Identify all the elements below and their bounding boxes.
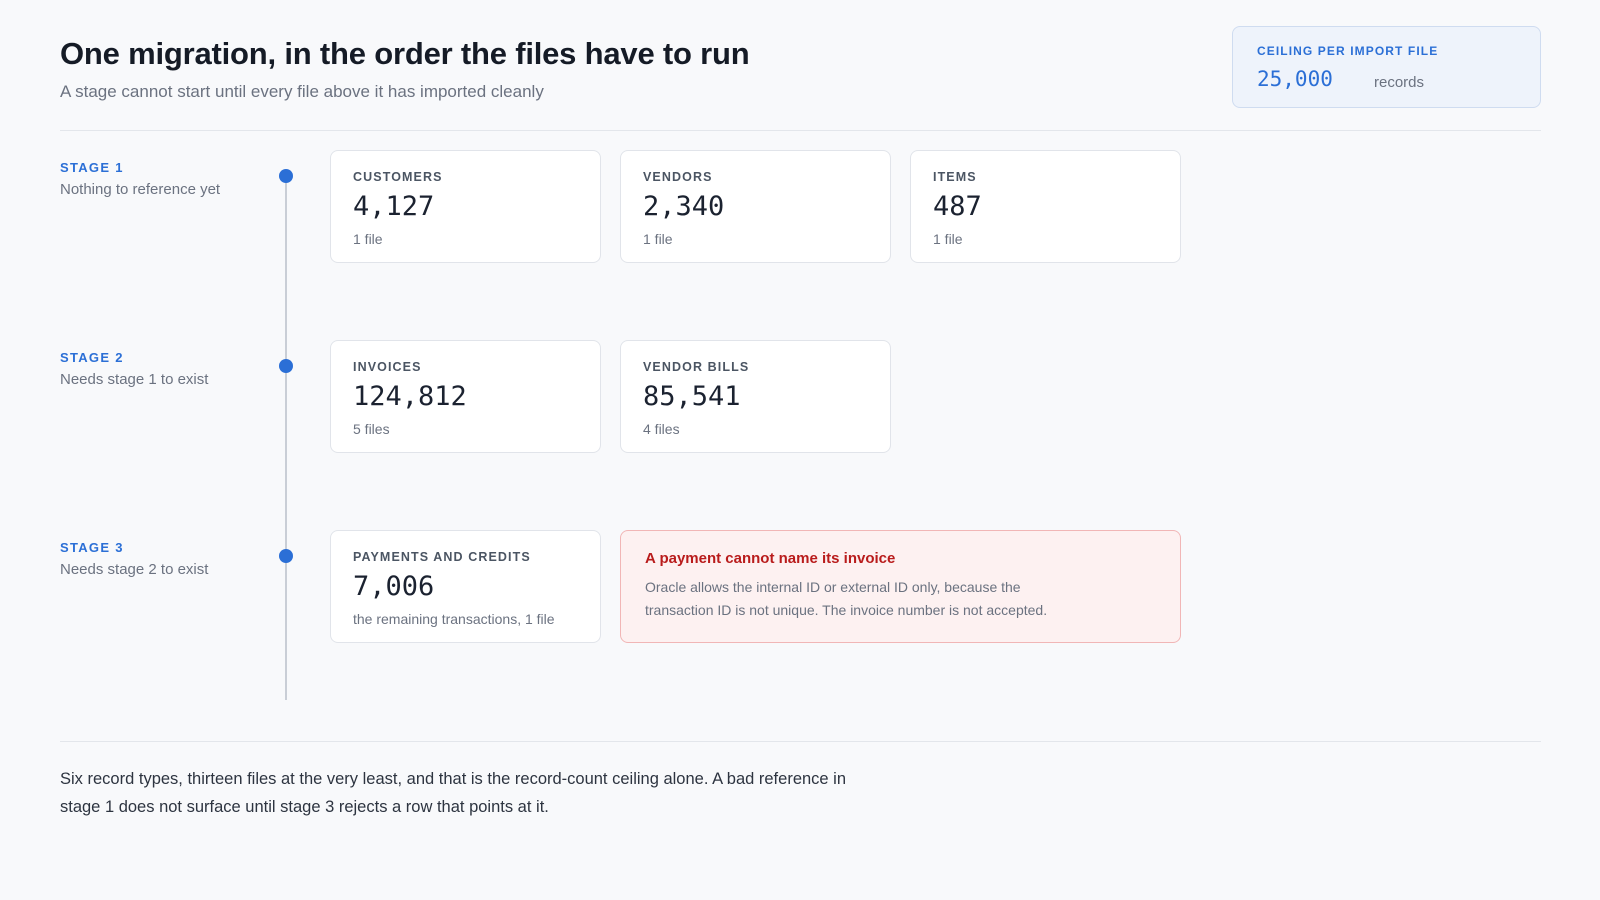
warning-body: Oracle allows the internal ID or externa… (645, 579, 1048, 618)
header-divider (60, 130, 1541, 131)
ceiling-unit: records (1374, 74, 1425, 91)
card-customers: CUSTOMERS 4,127 1 file (330, 150, 601, 263)
card-name: VENDORS (643, 170, 713, 184)
card-file-count: 1 file (353, 231, 383, 247)
card-file-count: 4 files (643, 421, 680, 437)
stage-1-dot (279, 169, 293, 183)
ceiling-label: CEILING PER IMPORT FILE (1257, 44, 1439, 58)
ceiling-value: 25,000 (1257, 67, 1333, 91)
card-record-count: 7,006 (353, 571, 435, 602)
ceiling-panel: CEILING PER IMPORT FILE 25,000 records (1232, 26, 1541, 108)
stage-2-dot (279, 359, 293, 373)
card-vendors: VENDORS 2,340 1 file (620, 150, 891, 263)
card-items: ITEMS 487 1 file (910, 150, 1181, 263)
card-record-count: 4,127 (353, 191, 435, 222)
timeline-line (285, 176, 287, 700)
card-record-count: 2,340 (643, 191, 725, 222)
card-name: PAYMENTS AND CREDITS (353, 550, 531, 564)
card-record-count: 85,541 (643, 381, 741, 412)
page-title: One migration, in the order the files ha… (60, 36, 750, 71)
stage-3-dot (279, 549, 293, 563)
footer-divider (60, 741, 1541, 742)
stage-3-label: STAGE 3 (60, 540, 124, 555)
card-name: CUSTOMERS (353, 170, 443, 184)
page-subtitle: A stage cannot start until every file ab… (60, 82, 544, 101)
card-invoices: INVOICES 124,812 5 files (330, 340, 601, 453)
footer-note: Six record types, thirteen files at the … (60, 770, 847, 816)
card-vendor-bills: VENDOR BILLS 85,541 4 files (620, 340, 891, 453)
card-name: INVOICES (353, 360, 422, 374)
card-name: ITEMS (933, 170, 977, 184)
migration-page: One migration, in the order the files ha… (0, 0, 1600, 900)
warning-callout: A payment cannot name its invoice Oracle… (620, 530, 1181, 643)
card-file-count: the remaining transactions, 1 file (353, 611, 555, 627)
stage-2-description: Needs stage 1 to exist (60, 371, 209, 388)
stage-1-label: STAGE 1 (60, 160, 124, 175)
card-file-count: 5 files (353, 421, 390, 437)
card-record-count: 124,812 (353, 381, 467, 412)
warning-title: A payment cannot name its invoice (645, 550, 896, 567)
stage-2-label: STAGE 2 (60, 350, 124, 365)
stage-3-description: Needs stage 2 to exist (60, 561, 209, 578)
card-file-count: 1 file (643, 231, 673, 247)
stage-1-description: Nothing to reference yet (60, 181, 221, 198)
card-file-count: 1 file (933, 231, 963, 247)
card-payments-and-credits: PAYMENTS AND CREDITS 7,006 the remaining… (330, 530, 601, 643)
card-name: VENDOR BILLS (643, 360, 750, 374)
card-record-count: 487 (933, 191, 982, 222)
